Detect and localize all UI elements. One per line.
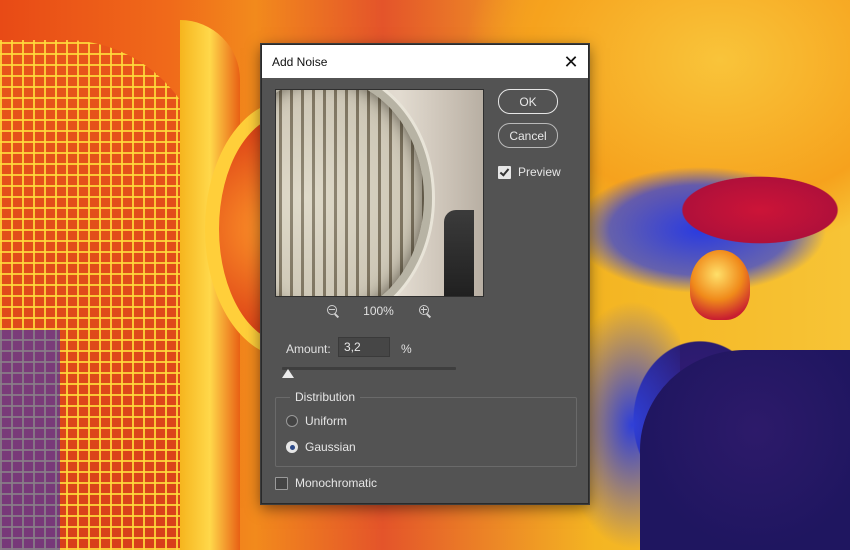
monochromatic-checkbox-row[interactable]: Monochromatic: [275, 476, 377, 490]
amount-slider-track[interactable]: [282, 367, 456, 370]
uniform-label: Uniform: [305, 414, 348, 428]
amount-label: Amount:: [286, 342, 331, 356]
zoom-in-icon[interactable]: [417, 303, 433, 319]
preview-checkbox[interactable]: [498, 165, 511, 179]
ok-button[interactable]: OK: [498, 89, 558, 114]
monochromatic-label: Monochromatic: [295, 476, 378, 490]
zoom-controls: 100%: [275, 301, 482, 321]
distribution-group: [275, 397, 577, 467]
preview-label: Preview: [518, 165, 561, 179]
zoom-out-icon[interactable]: [325, 303, 341, 319]
gaussian-radio[interactable]: [286, 441, 298, 453]
amount-slider-thumb[interactable]: [282, 369, 294, 378]
close-icon[interactable]: ✕: [556, 47, 586, 77]
headlight-image: [276, 90, 432, 296]
hood-ornament-image: [690, 250, 750, 320]
dialog-title: Add Noise: [272, 54, 328, 69]
preview-checkbox-row[interactable]: Preview: [498, 165, 561, 179]
dialog-titlebar[interactable]: Add Noise ✕: [262, 45, 588, 78]
add-noise-dialog: Add Noise ✕ 100% OK Cancel Preview Amoun…: [261, 44, 589, 504]
distribution-legend: Distribution: [290, 390, 361, 404]
car-fender-image: [640, 350, 850, 550]
amount-unit: %: [401, 342, 412, 356]
preview-shadow: [444, 210, 474, 296]
cancel-button[interactable]: Cancel: [498, 123, 558, 148]
monochromatic-checkbox[interactable]: [275, 476, 288, 490]
gaussian-label: Gaussian: [305, 440, 356, 454]
uniform-radio[interactable]: [286, 415, 298, 427]
zoom-level: 100%: [363, 304, 394, 318]
gaussian-option[interactable]: Gaussian: [286, 440, 356, 454]
uniform-option[interactable]: Uniform: [286, 414, 347, 428]
amount-input[interactable]: [338, 337, 390, 357]
filter-preview-image[interactable]: [275, 89, 484, 297]
background-shade: [0, 330, 60, 550]
